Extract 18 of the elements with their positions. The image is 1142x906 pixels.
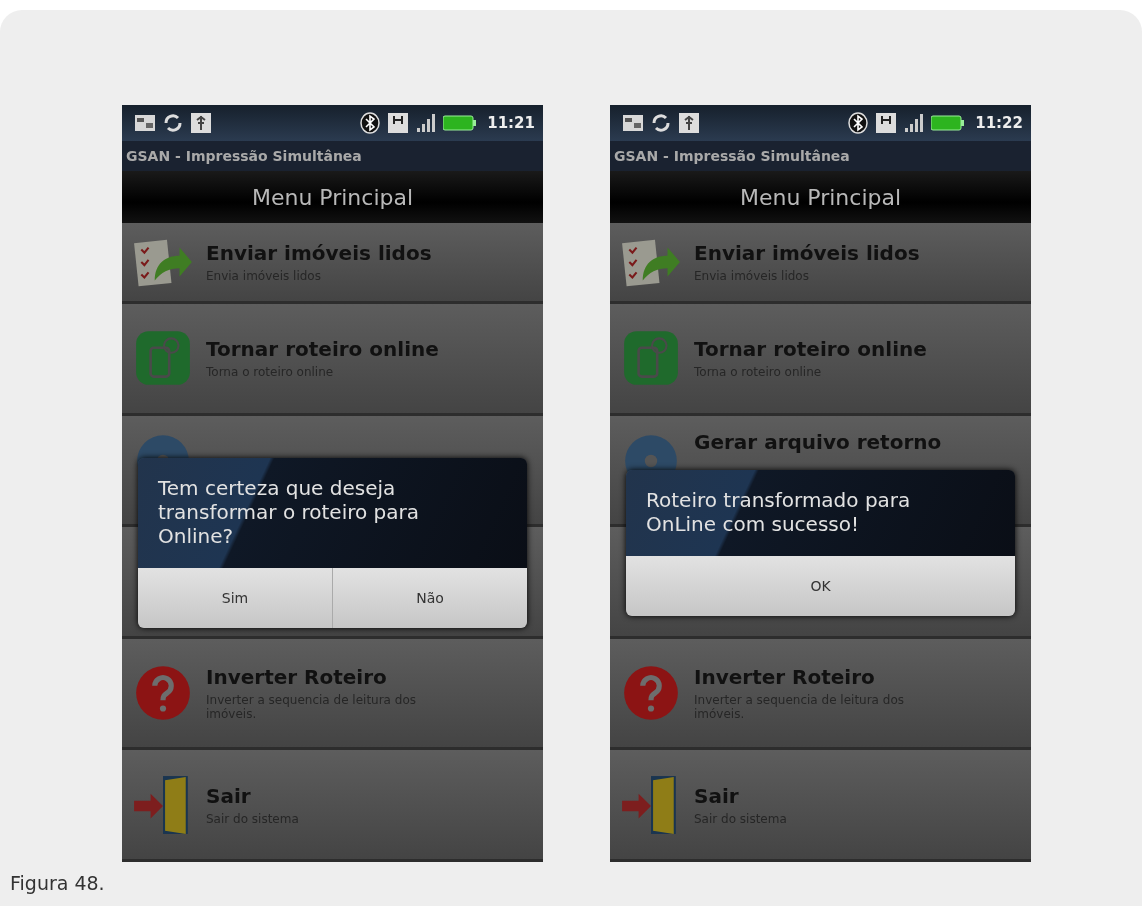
menu-item-title: Tornar roteiro online xyxy=(206,337,439,362)
app-title: GSAN - Impressão Simultânea xyxy=(122,141,543,171)
figure-caption: Figura 48. xyxy=(9,872,106,894)
dialog-message: Tem certeza que deseja transformar o roteiro para Online? xyxy=(138,457,527,568)
menu-item-title: Sair xyxy=(694,783,740,808)
menu-item-title: Inverter Roteiro xyxy=(694,665,876,690)
menu-item-title: Enviar imóveis lidos xyxy=(206,241,432,266)
dialog-message: Roteiro transformado para OnLine com sucesso! xyxy=(626,469,1015,556)
status-time: 11:21 xyxy=(487,114,535,132)
menu-item-title: Sair xyxy=(206,783,252,808)
menu-item-title: Inverter Roteiro xyxy=(206,665,388,690)
app-title: GSAN - Impressão Simultânea xyxy=(610,141,1031,171)
menu-header: Menu Principal xyxy=(122,171,543,223)
menu-header: Menu Principal xyxy=(610,171,1031,223)
menu-item-title: Enviar imóveis lidos xyxy=(694,241,920,266)
status-time: 11:22 xyxy=(975,114,1023,132)
menu-item-title: Gerar arquivo retorno xyxy=(694,429,942,454)
menu-item-title: Tornar roteiro online xyxy=(694,337,927,362)
